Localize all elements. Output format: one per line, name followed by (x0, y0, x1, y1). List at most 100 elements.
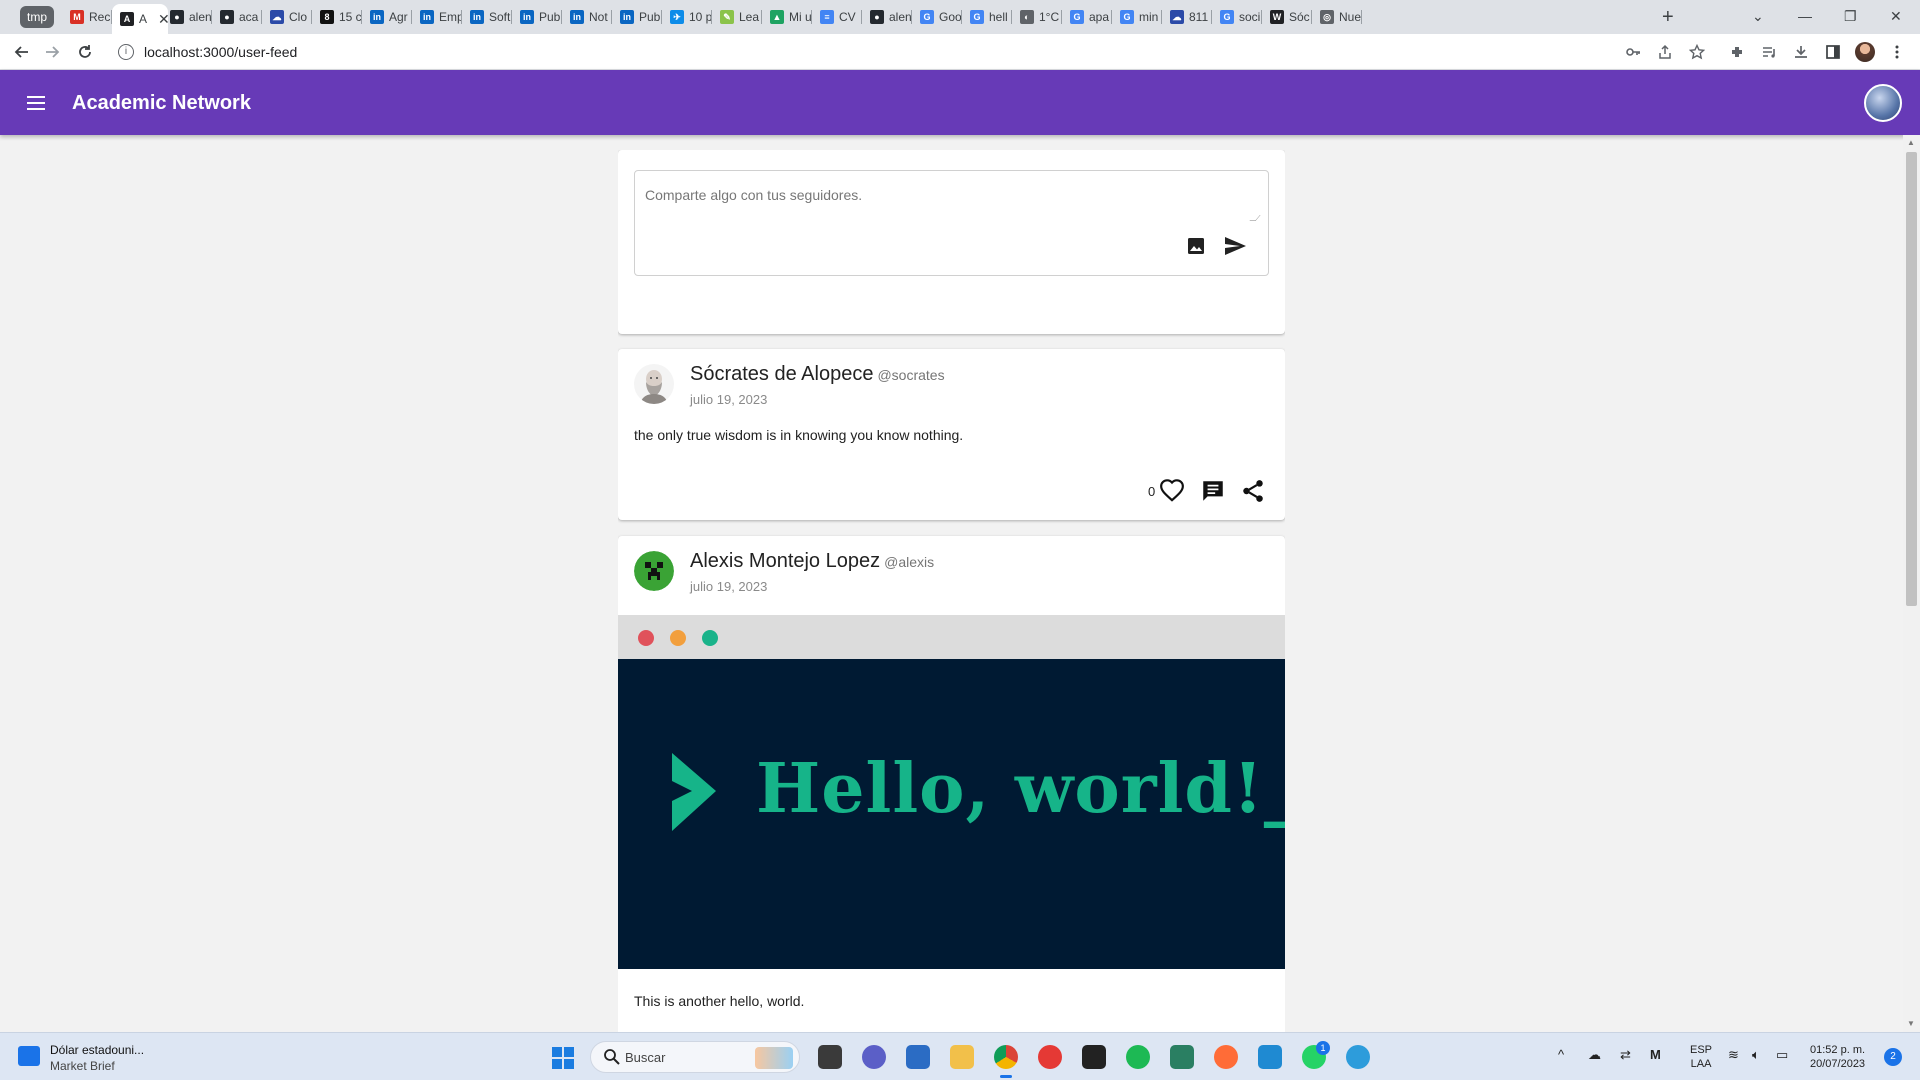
task-view-icon[interactable] (818, 1045, 842, 1069)
browser-tab[interactable]: ● aca (212, 5, 262, 29)
browser-tab[interactable]: ≡ CV (812, 5, 862, 29)
terminal-icon[interactable] (1082, 1045, 1106, 1069)
side-panel-icon[interactable] (1821, 40, 1845, 64)
browser-tab[interactable]: in Emp (412, 5, 462, 29)
tab-favicon-icon: ☁ (270, 10, 284, 24)
browser-tab[interactable]: in Pub (612, 5, 662, 29)
vscode-icon[interactable] (1258, 1045, 1282, 1069)
notification-count[interactable]: 2 (1884, 1048, 1902, 1066)
heart-icon[interactable] (1159, 478, 1185, 504)
browser-tab[interactable]: G Goo (912, 5, 962, 29)
send-post-icon[interactable] (1223, 234, 1247, 258)
restore-icon[interactable]: ❐ (1844, 4, 1857, 28)
author-avatar[interactable] (634, 551, 674, 591)
chart-widget-icon (18, 1046, 40, 1066)
author-name[interactable]: Sócrates de Alopece @socrates (690, 363, 945, 386)
address-bar[interactable]: i localhost:3000/user-feed (108, 37, 1670, 67)
browser-tab[interactable]: M Rec (62, 5, 112, 29)
postman-icon[interactable] (1214, 1045, 1238, 1069)
textarea-resize-handle[interactable] (1249, 215, 1261, 221)
browser-tab[interactable]: A A ✕ (112, 4, 168, 34)
media-controls-icon[interactable] (1757, 40, 1781, 64)
password-key-icon[interactable] (1621, 40, 1645, 64)
share-post-icon[interactable] (1240, 478, 1266, 504)
gmail-tray-icon[interactable]: M (1650, 1047, 1661, 1062)
scroll-down-icon[interactable]: ▼ (1907, 1019, 1915, 1028)
browser-tab[interactable]: in Soft (462, 5, 512, 29)
browser-tab[interactable]: ✎ Lea (712, 5, 762, 29)
add-image-icon[interactable] (1185, 235, 1207, 257)
browser-tab[interactable]: W Sóc (1262, 5, 1312, 29)
post-date: julio 19, 2023 (690, 579, 768, 594)
reload-icon[interactable] (73, 40, 97, 64)
browser-tab[interactable]: Gmin (1112, 5, 1162, 29)
clock-date: 20/07/2023 (1810, 1058, 1866, 1070)
post-text: the only true wisdom is in knowing you k… (634, 427, 964, 443)
downloads-icon[interactable] (1789, 40, 1813, 64)
store-icon[interactable] (906, 1045, 930, 1069)
browser-tab[interactable]: Ghell (962, 5, 1012, 29)
messenger-icon[interactable] (1346, 1045, 1370, 1069)
tab-search-icon[interactable]: ⌄ (1752, 4, 1764, 28)
share-icon[interactable] (1653, 40, 1677, 64)
browser-tab[interactable]: ◎ Nue (1312, 5, 1362, 29)
market-widget[interactable]: Dólar estadouni... Market Brief (18, 1043, 144, 1073)
input-language[interactable]: ESP LAA (1690, 1043, 1712, 1071)
post-image[interactable]: Hello, world!_ (618, 659, 1285, 969)
profile-avatar[interactable] (1853, 40, 1877, 64)
composer-textarea[interactable]: Comparte algo con tus seguidores. (634, 170, 1269, 276)
sync-icon[interactable]: ⇄ (1620, 1047, 1631, 1063)
browser-tab[interactable]: ◐ 1°C (1012, 5, 1062, 29)
tab-group-label[interactable]: tmp (20, 6, 54, 28)
clock[interactable]: 01:52 p. m. 20/07/2023 (1810, 1043, 1865, 1071)
author-avatar[interactable] (634, 364, 674, 404)
back-icon[interactable] (10, 40, 34, 64)
browser-tab[interactable]: ● alen (162, 5, 212, 29)
file-explorer-icon[interactable] (950, 1045, 974, 1069)
browser-tab[interactable]: 8 15 c (312, 5, 362, 29)
tab-label: Soft (489, 10, 511, 24)
tomato-timer-icon[interactable] (1038, 1045, 1062, 1069)
browser-tab[interactable]: ● alen (862, 5, 912, 29)
browser-tab[interactable]: Gsoci (1212, 5, 1262, 29)
browser-tab[interactable]: in Agr (362, 5, 412, 29)
teams-chat-icon[interactable] (862, 1045, 886, 1069)
browser-tab[interactable]: ✈ 10 p (662, 5, 712, 29)
volume-icon[interactable]: 🔈︎ (1752, 1047, 1760, 1063)
chrome-icon[interactable] (994, 1045, 1018, 1078)
browser-tab[interactable]: ▲ Mi u (762, 5, 812, 29)
site-info-icon[interactable]: i (118, 44, 134, 60)
wifi-icon[interactable]: ≋ (1728, 1047, 1739, 1063)
browser-menu-icon[interactable] (1885, 40, 1909, 64)
tab-label: aca (239, 10, 259, 24)
hamburger-menu-icon[interactable] (22, 89, 50, 117)
browser-tab[interactable]: in Not (562, 5, 612, 29)
browser-tab[interactable]: Gapa (1062, 5, 1112, 29)
tab-favicon-icon: ≡ (820, 10, 834, 24)
battery-icon[interactable]: ▭ (1776, 1047, 1788, 1063)
tray-overflow-icon[interactable]: ^ (1558, 1047, 1564, 1062)
tab-favicon-icon: in (570, 10, 584, 24)
extensions-icon[interactable] (1725, 40, 1749, 64)
browser-tab[interactable]: ☁ Clo (262, 5, 312, 29)
tab-label: alen (189, 10, 212, 24)
spotify-icon[interactable] (1126, 1045, 1150, 1069)
minimize-icon[interactable]: — (1798, 4, 1812, 28)
taskbar-search[interactable]: Buscar (590, 1041, 800, 1073)
bookmark-star-icon[interactable] (1685, 40, 1709, 64)
browser-tab[interactable]: ☁ 811 (1162, 5, 1212, 29)
forward-icon[interactable] (40, 40, 64, 64)
page-scrollbar[interactable]: ▲ ▼ (1903, 135, 1920, 1032)
browser-tab[interactable]: in Pub (512, 5, 562, 29)
scroll-thumb[interactable] (1906, 152, 1917, 606)
onedrive-icon[interactable]: ☁ (1588, 1047, 1601, 1063)
notepad-icon[interactable] (1170, 1045, 1194, 1069)
scroll-up-icon[interactable]: ▲ (1907, 138, 1915, 147)
windows-start-icon[interactable] (552, 1047, 574, 1069)
comment-icon[interactable] (1200, 478, 1226, 504)
close-window-icon[interactable]: ✕ (1890, 4, 1902, 28)
new-tab-button[interactable]: + (1662, 5, 1674, 29)
author-name[interactable]: Alexis Montejo Lopez @alexis (690, 550, 934, 573)
tab-favicon-icon: ◐ (1020, 10, 1034, 24)
user-avatar[interactable] (1864, 84, 1902, 122)
